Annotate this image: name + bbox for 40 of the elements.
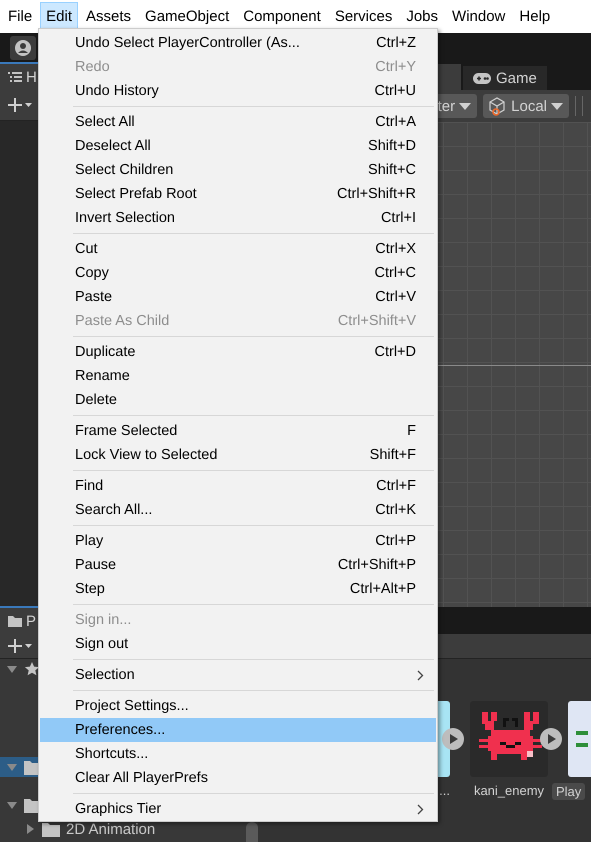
menu-bar-item[interactable]: Edit (40, 2, 78, 31)
menu-bar-item[interactable]: Assets (80, 2, 138, 31)
menu-item[interactable]: Deselect All Shift+D (40, 134, 436, 158)
menu-item[interactable]: Find Ctrl+F (40, 474, 436, 498)
asset-name: ... (439, 783, 450, 798)
menu-item[interactable]: Rename (40, 364, 436, 388)
menu-item[interactable]: Duplicate Ctrl+D (40, 340, 436, 364)
menu-item[interactable]: Frame Selected F (40, 419, 436, 443)
folder-name: 2D Animation (66, 822, 156, 836)
menu-item[interactable]: Play Ctrl+P (40, 529, 436, 553)
menu-item[interactable]: Invert Selection Ctrl+I (40, 206, 436, 230)
menu-bar-item[interactable]: Help (513, 2, 556, 31)
menu-item[interactable]: Project Settings... (40, 694, 436, 718)
menu-item[interactable]: Preferences... (40, 718, 436, 742)
menu-bar-item[interactable]: GameObject (139, 2, 236, 31)
menu-item[interactable]: Undo Select PlayerController (As... Ctrl+Z (40, 31, 436, 55)
menu-item[interactable]: Clear All PlayerPrefs (40, 766, 436, 790)
menu-bar-item[interactable]: Jobs (400, 2, 444, 31)
menu-item[interactable]: Delete (40, 388, 436, 412)
menu-item[interactable]: Paste Ctrl+V (40, 285, 436, 309)
menu-item[interactable]: Select All Ctrl+A (40, 110, 436, 134)
menu-bar-item[interactable]: Component (237, 2, 327, 31)
asset-name: Play (552, 783, 586, 800)
space-dropdown[interactable]: Local (483, 94, 569, 118)
menu-item[interactable]: Search All... Ctrl+K (40, 498, 436, 522)
menu-item[interactable]: Shortcuts... (40, 742, 436, 766)
menu-item[interactable]: Step Ctrl+Alt+P (40, 577, 436, 601)
menu-item[interactable]: Selection (40, 663, 436, 687)
menu-item[interactable]: Select Prefab Root Ctrl+Shift+R (40, 182, 436, 206)
menu-item[interactable]: Cut Ctrl+X (40, 237, 436, 261)
game-tab[interactable]: Game (463, 66, 547, 90)
menu-bar-item[interactable]: Window (446, 2, 512, 31)
menu-item[interactable]: Copy Ctrl+C (40, 261, 436, 285)
menu-item[interactable]: Graphics Tier (40, 797, 436, 821)
asset-name: kani_enemy (474, 783, 544, 798)
menu-bar-item[interactable]: File (2, 2, 38, 31)
menu-item[interactable]: Pause Ctrl+Shift+P (40, 553, 436, 577)
menu-bar-item[interactable]: Services (328, 2, 398, 31)
menu-item[interactable]: Select Children Shift+C (40, 158, 436, 182)
menu-item[interactable]: Lock View to Selected Shift+F (40, 443, 436, 467)
